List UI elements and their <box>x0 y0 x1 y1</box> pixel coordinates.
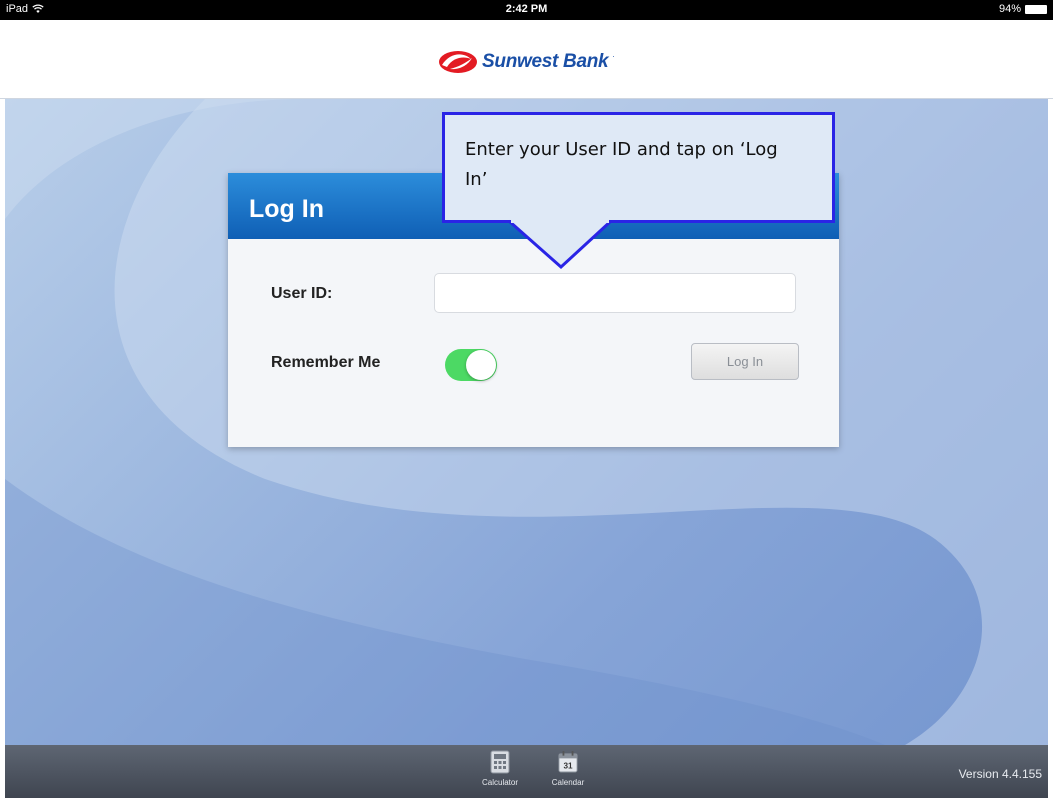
login-button[interactable]: Log In <box>691 343 799 380</box>
calendar-button[interactable]: 31 Calendar <box>538 750 598 787</box>
app-header: Sunwest Bank · <box>0 20 1053 99</box>
status-time: 2:42 PM <box>505 3 548 15</box>
logo-mark: · <box>612 52 615 61</box>
login-title: Log In <box>249 195 324 223</box>
remember-me-label: Remember Me <box>271 354 381 371</box>
logo-text: Sunwest Bank <box>482 51 609 72</box>
sunwest-swoosh-icon <box>439 51 478 73</box>
user-id-label: User ID: <box>271 285 333 302</box>
calendar-day: 31 <box>563 761 573 770</box>
calculator-button[interactable]: Calculator <box>470 750 530 787</box>
sunwest-logo: Sunwest Bank · <box>0 50 1053 74</box>
calculator-icon <box>490 750 510 774</box>
calendar-icon: 31 <box>558 751 578 773</box>
remember-me-toggle[interactable] <box>445 349 497 381</box>
battery-percent: 94% <box>998 3 1021 15</box>
status-bar: iPad 2:42 PM 94% <box>0 0 1053 20</box>
bottom-toolbar: Calculator 31 Calendar Version 4.4.155 <box>5 745 1048 798</box>
battery-icon <box>1025 4 1047 14</box>
user-id-input[interactable] <box>434 273 796 313</box>
callout-text: Enter your User ID and tap on ‘Log In’ <box>465 139 778 190</box>
toggle-knob <box>466 350 496 380</box>
status-right: 94% <box>999 3 1047 15</box>
calculator-label: Calculator <box>481 778 518 787</box>
calendar-label: Calendar <box>551 778 585 787</box>
instruction-callout: Enter your User ID and tap on ‘Log In’ <box>442 112 835 223</box>
version-label: Version 4.4.155 <box>958 767 1042 781</box>
callout-pointer <box>508 219 613 270</box>
